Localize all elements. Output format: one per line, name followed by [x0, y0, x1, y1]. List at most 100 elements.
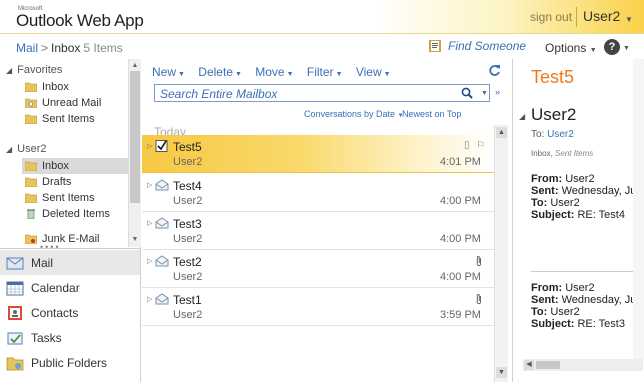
read-mail-icon [155, 255, 169, 267]
search-folder-icon [25, 98, 37, 108]
read-mail-icon [155, 293, 169, 305]
scrollbar-thumb[interactable] [536, 361, 560, 369]
chevron-down-icon[interactable]: ▼ [625, 15, 633, 24]
module-calendar[interactable]: Calendar [0, 275, 140, 300]
flag-icon[interactable]: ⚐ [476, 140, 485, 151]
category-marker-icon[interactable]: ▯ [464, 140, 470, 151]
chevron-down-icon: ▼ [286, 71, 294, 78]
expand-search-icon[interactable]: » [495, 87, 500, 97]
new-button[interactable]: New ▼ [152, 65, 185, 79]
message-row[interactable]: ▷ Test2 User2 4:00 PM [142, 250, 494, 288]
message-row[interactable]: ▷ Test1 User2 3:59 PM [142, 288, 494, 326]
folder-inbox[interactable]: Inbox [22, 158, 128, 174]
conversation-title: Test5 [531, 67, 575, 87]
module-public-folders[interactable]: Public Folders [0, 350, 140, 375]
find-someone-button[interactable]: Find Someone [428, 39, 526, 53]
folder-drafts[interactable]: Drafts [22, 174, 128, 190]
arrange-by-menu[interactable]: Conversations by Date ▼ [304, 109, 404, 119]
move-button[interactable]: Move ▼ [255, 65, 293, 79]
search-scope-dropdown-icon[interactable]: ▼ [481, 90, 488, 97]
message-list-scrollbar[interactable]: ▲ ▼ [494, 125, 508, 382]
quote-divider [531, 271, 635, 272]
scroll-left-arrow-icon[interactable]: ◀ [524, 360, 534, 370]
message-sender: User2 [173, 233, 203, 245]
chevron-down-icon: ▼ [589, 47, 597, 54]
message-time: 4:00 PM [440, 233, 481, 245]
item-count: 5 Items [83, 41, 123, 55]
public-folders-icon [6, 357, 24, 370]
sort-order-toggle[interactable]: Newest on Top [402, 109, 461, 119]
message-subject: Test1 [173, 293, 202, 307]
favorite-unread-mail[interactable]: Unread Mail [22, 95, 128, 111]
scrollbar-thumb[interactable] [130, 71, 140, 203]
folder-tree-scrollbar[interactable]: ▲ ▼ [128, 59, 141, 247]
navigation-pane: ◢ Favorites Inbox Unread Mail Sent Items … [0, 59, 141, 382]
breadcrumb-separator: > [41, 41, 49, 55]
expand-conversation-icon[interactable]: ▷ [147, 295, 152, 303]
recipient-link[interactable]: User2 [547, 129, 574, 140]
breadcrumb-inbox: Inbox [51, 41, 81, 55]
expand-conversation-icon[interactable]: ▷ [147, 219, 152, 227]
module-tasks[interactable]: Tasks [0, 325, 140, 350]
favorites-header[interactable]: ◢ Favorites [6, 64, 62, 76]
message-sender: User2 [173, 195, 203, 207]
collapse-triangle-icon[interactable]: ◢ [6, 145, 12, 154]
search-box[interactable]: Search Entire Mailbox ▼ [154, 84, 490, 102]
delete-button[interactable]: Delete ▼ [198, 65, 242, 79]
message-list-pane: New ▼ Delete ▼ Move ▼ Filter ▼ View ▼ Search … [142, 59, 510, 382]
breadcrumb-mail[interactable]: Mail [16, 41, 38, 55]
scroll-up-arrow-icon[interactable]: ▲ [496, 127, 507, 138]
module-contacts[interactable]: Contacts [0, 300, 140, 325]
message-row[interactable]: ▷ Test3 User2 4:00 PM [142, 212, 494, 250]
folder-icon [25, 114, 37, 124]
drafts-folder-icon [25, 177, 37, 187]
user-menu[interactable]: User2 [583, 8, 620, 24]
sign-out-link[interactable]: sign out [530, 10, 572, 24]
module-mail[interactable]: Mail [0, 250, 140, 275]
top-banner: Microsoft Outlook Web App sign out User2… [0, 0, 644, 34]
scroll-down-arrow-icon[interactable]: ▼ [496, 367, 507, 378]
help-button[interactable]: ? [604, 39, 620, 55]
mail-icon [6, 257, 24, 269]
chevron-down-icon: ▼ [383, 71, 391, 78]
folder-deleted-items[interactable]: Deleted Items [22, 206, 128, 222]
message-time: 4:00 PM [440, 271, 481, 283]
message-sender-name[interactable]: User2 [531, 105, 576, 125]
list-toolbar: New ▼ Delete ▼ Move ▼ Filter ▼ View ▼ [152, 65, 401, 79]
folder-sent-items[interactable]: Sent Items [22, 190, 128, 206]
app-logo: Outlook Web App [16, 11, 144, 30]
refresh-icon[interactable] [488, 64, 501, 77]
address-book-icon [429, 40, 441, 52]
expand-conversation-icon[interactable]: ▷ [147, 181, 152, 189]
search-input[interactable]: Search Entire Mailbox [160, 87, 277, 101]
tasks-icon [7, 332, 23, 344]
search-icon[interactable] [461, 87, 473, 99]
collapse-triangle-icon[interactable]: ◢ [519, 112, 525, 121]
scroll-up-arrow-icon[interactable]: ▲ [130, 61, 140, 71]
message-row[interactable]: ▷ Test4 User2 4:00 PM [142, 174, 494, 212]
inbox-folder-icon [25, 161, 37, 171]
junk-folder-icon [25, 234, 37, 244]
message-row[interactable]: ▷ Test5 User2 4:01 PM ▯ ⚐ [142, 135, 494, 173]
favorite-inbox[interactable]: Inbox [22, 79, 128, 95]
options-menu[interactable]: Options ▼ [545, 41, 597, 55]
checkbox-checked-icon[interactable] [155, 140, 169, 152]
chevron-down-icon: ▼ [178, 71, 185, 78]
reading-pane-horizontal-scrollbar[interactable]: ◀ [523, 359, 643, 371]
find-someone-label: Find Someone [448, 39, 527, 53]
filter-button[interactable]: Filter ▼ [307, 65, 343, 79]
collapse-triangle-icon[interactable]: ◢ [6, 66, 12, 75]
reading-pane-vertical-scrollbar[interactable] [633, 59, 644, 359]
folder-tree: ◢ Favorites Inbox Unread Mail Sent Items … [0, 59, 128, 252]
folder-junk-email[interactable]: Junk E-Mail [22, 231, 128, 247]
breadcrumb: Mail > Inbox 5 Items [16, 41, 123, 55]
expand-conversation-icon[interactable]: ▷ [147, 257, 152, 265]
expand-conversation-icon[interactable]: ▷ [147, 142, 152, 150]
message-sender: User2 [173, 271, 203, 283]
favorite-sent-items[interactable]: Sent Items [22, 111, 128, 127]
message-time: 4:00 PM [440, 195, 481, 207]
chevron-down-icon[interactable]: ▼ [623, 45, 630, 52]
mailbox-header[interactable]: ◢ User2 [6, 143, 47, 155]
scroll-down-arrow-icon[interactable]: ▼ [130, 235, 140, 245]
view-button[interactable]: View ▼ [356, 65, 391, 79]
